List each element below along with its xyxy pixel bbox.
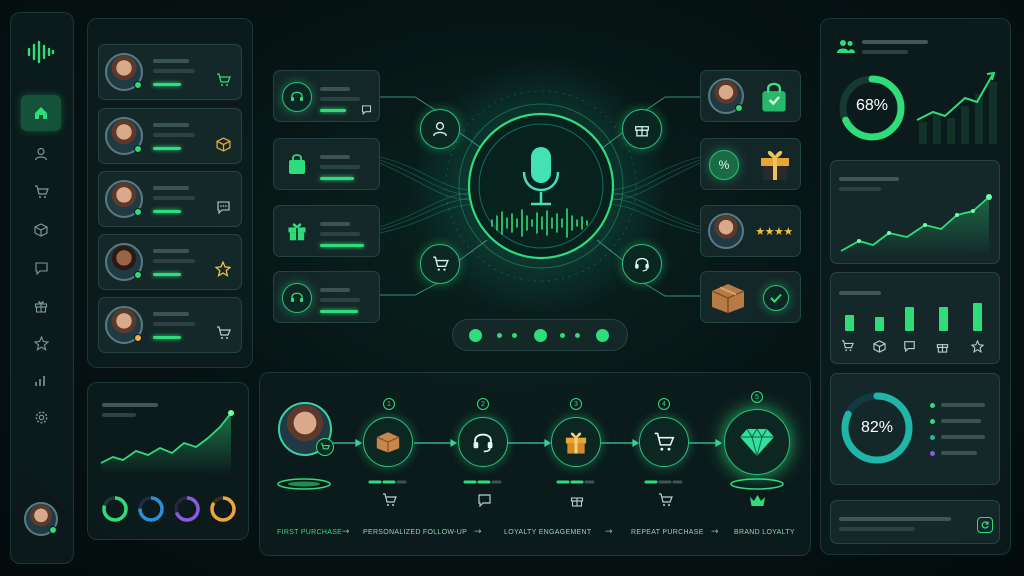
journey-step-first-purchase[interactable] [363,417,413,467]
journey-step-loyalty-engagement[interactable] [551,417,601,467]
arrow-icon: → [711,527,719,537]
chat-icon [476,492,492,508]
footer-card [830,500,1000,544]
step-number: 3 [570,398,582,410]
refresh-icon[interactable] [977,517,993,533]
chat-icon [902,339,916,353]
step-number: 1 [383,398,395,410]
arrow-icon: → [474,527,482,537]
cart-icon [657,492,673,508]
stage-label-brand-loyalty: BRAND LOYALTY [734,529,795,536]
crown-icon [748,492,766,508]
stage-label-personalized-follow-up: PERSONALIZED FOLLOW-UP [363,529,468,536]
step-number: 2 [477,398,489,410]
stage-label-repeat-purchase: REPEAT PURCHASE [631,529,704,536]
stat-percent-bottom: 82% [860,419,894,436]
stage-label-first-purchase: FIRST PURCHASE [277,529,343,536]
journey-step-follow-up[interactable] [458,417,508,467]
step-number: 4 [658,398,670,410]
gift-icon [935,339,949,353]
cart-icon [840,339,854,353]
growth-chart-top [916,71,997,144]
headset-icon [473,433,493,453]
box-icon [376,432,400,453]
gift-icon [565,432,587,454]
users-icon [836,38,856,54]
journey-step-repeat-purchase[interactable] [639,417,689,467]
star-icon [970,339,984,353]
stat-percent-top: 68% [855,97,889,114]
cart-icon [381,492,397,508]
cart-badge-icon [316,438,334,456]
box-icon [872,339,886,353]
journey-step-brand-loyalty[interactable] [724,409,790,475]
diamond-icon [740,428,774,457]
journey-customer-avatar [278,402,334,456]
cart-icon [654,432,675,451]
gift-icon [569,492,585,508]
step-number: 5 [751,391,763,403]
arrow-icon: → [342,527,350,537]
line-chart-card [830,160,1000,264]
stage-label-loyalty-engagement: LOYALTY ENGAGEMENT [504,529,592,536]
arrow-icon: → [605,527,613,537]
